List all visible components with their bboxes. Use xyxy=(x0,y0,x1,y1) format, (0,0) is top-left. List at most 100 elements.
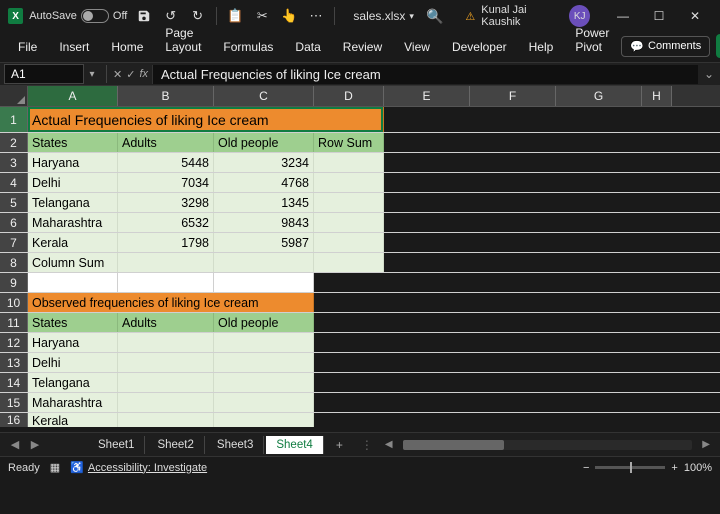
cell-e1[interactable] xyxy=(384,107,470,132)
col-header-c[interactable]: C xyxy=(214,86,314,106)
tab-insert[interactable]: Insert xyxy=(49,34,99,62)
horizontal-scrollbar[interactable]: ◀ ▶ xyxy=(381,439,714,450)
cell-c5[interactable]: 1345 xyxy=(214,193,314,212)
cell-c8[interactable] xyxy=(214,253,314,272)
tab-data[interactable]: Data xyxy=(285,34,330,62)
sheet-tab-2[interactable]: Sheet2 xyxy=(147,436,204,454)
stats-icon[interactable]: ▦ xyxy=(50,461,60,474)
cell-a3[interactable]: Haryana xyxy=(28,153,118,172)
cell-b4[interactable]: 7034 xyxy=(118,173,214,192)
touch-mode-icon[interactable]: 👆 xyxy=(279,5,300,27)
cell-g1[interactable] xyxy=(556,107,642,132)
tab-view[interactable]: View xyxy=(394,34,440,62)
sheet-tab-1[interactable]: Sheet1 xyxy=(88,436,145,454)
cell-c11[interactable]: Old people xyxy=(214,313,314,332)
tab-file[interactable]: File xyxy=(8,34,47,62)
formula-bar-expand-icon[interactable]: ⌄ xyxy=(698,67,720,81)
zoom-level[interactable]: 100% xyxy=(684,462,712,474)
cell-a15[interactable]: Maharashtra xyxy=(28,393,118,412)
scroll-thumb[interactable] xyxy=(403,440,504,450)
sheet-tab-3[interactable]: Sheet3 xyxy=(207,436,264,454)
col-header-b[interactable]: B xyxy=(118,86,214,106)
col-header-g[interactable]: G xyxy=(556,86,642,106)
scroll-left-icon[interactable]: ◀ xyxy=(385,439,393,450)
cell-a14[interactable]: Telangana xyxy=(28,373,118,392)
accessibility-button[interactable]: ♿ Accessibility: Investigate xyxy=(70,461,207,474)
tab-home[interactable]: Home xyxy=(101,34,153,62)
cell-a1[interactable]: Actual Frequencies of liking Ice cream xyxy=(28,107,384,132)
cut-icon[interactable]: ✂ xyxy=(252,5,273,27)
comments-button[interactable]: 💬 Comments xyxy=(621,36,710,57)
col-header-d[interactable]: D xyxy=(314,86,384,106)
cell-a8[interactable]: Column Sum xyxy=(28,253,118,272)
add-sheet-button[interactable]: + xyxy=(326,435,353,455)
select-all-button[interactable] xyxy=(0,86,28,106)
scroll-right-icon[interactable]: ▶ xyxy=(702,439,710,450)
cell-c3[interactable]: 3234 xyxy=(214,153,314,172)
cell-c4[interactable]: 4768 xyxy=(214,173,314,192)
cell-a10[interactable]: Observed frequencies of liking Ice cream xyxy=(28,293,314,312)
tab-page-layout[interactable]: Page Layout xyxy=(155,20,211,62)
zoom-slider[interactable] xyxy=(595,466,665,469)
cell-a5[interactable]: Telangana xyxy=(28,193,118,212)
formula-bar[interactable]: Actual Frequencies of liking Ice cream xyxy=(152,65,698,84)
zoom-out-button[interactable]: − xyxy=(583,462,589,474)
tab-power-pivot[interactable]: Power Pivot xyxy=(565,20,619,62)
sheet-tab-4[interactable]: Sheet4 xyxy=(266,436,323,454)
cell-c6[interactable]: 9843 xyxy=(214,213,314,232)
col-header-e[interactable]: E xyxy=(384,86,470,106)
col-header-a[interactable]: A xyxy=(28,86,118,106)
maximize-button[interactable]: ☐ xyxy=(642,4,676,28)
search-icon[interactable]: 🔍 xyxy=(426,8,443,25)
cell-a7[interactable]: Kerala xyxy=(28,233,118,252)
cell-b5[interactable]: 3298 xyxy=(118,193,214,212)
quick-access-more-icon[interactable]: ⋯ xyxy=(306,5,327,27)
zoom-in-button[interactable]: + xyxy=(671,462,677,474)
row-header-2[interactable]: 2 xyxy=(0,133,28,152)
cell-f1[interactable] xyxy=(470,107,556,132)
sheet-nav-next-icon[interactable]: ▶ xyxy=(26,438,44,451)
tab-help[interactable]: Help xyxy=(519,34,564,62)
cell-a6[interactable]: Maharashtra xyxy=(28,213,118,232)
row-header-1[interactable]: 1 xyxy=(0,107,28,132)
cell-b3[interactable]: 5448 xyxy=(118,153,214,172)
cell-h1[interactable] xyxy=(642,107,672,132)
tab-formulas[interactable]: Formulas xyxy=(213,34,283,62)
cell-a4[interactable]: Delhi xyxy=(28,173,118,192)
cell-a9[interactable] xyxy=(28,273,118,292)
cell-d8[interactable] xyxy=(314,253,384,272)
cell-b2[interactable]: Adults xyxy=(118,133,214,152)
cell-d2[interactable]: Row Sum xyxy=(314,133,384,152)
name-box[interactable] xyxy=(4,64,84,84)
col-header-f[interactable]: F xyxy=(470,86,556,106)
cell-b6[interactable]: 6532 xyxy=(118,213,214,232)
toggle-switch-icon[interactable] xyxy=(81,9,109,23)
sheet-nav-prev-icon[interactable]: ◀ xyxy=(6,438,24,451)
cell-a12[interactable]: Haryana xyxy=(28,333,118,352)
tab-developer[interactable]: Developer xyxy=(442,34,517,62)
cell-c2[interactable]: Old people xyxy=(214,133,314,152)
autosave-toggle[interactable]: AutoSave Off xyxy=(29,9,127,23)
name-box-dropdown-icon[interactable]: ▾ xyxy=(84,69,100,80)
cell-d6[interactable] xyxy=(314,213,384,232)
cell-b8[interactable] xyxy=(118,253,214,272)
cell-d4[interactable] xyxy=(314,173,384,192)
cell-b11[interactable]: Adults xyxy=(118,313,214,332)
cell-d7[interactable] xyxy=(314,233,384,252)
save-icon[interactable] xyxy=(133,5,154,27)
cancel-formula-icon[interactable]: ✕ xyxy=(113,68,122,81)
cell-b7[interactable]: 1798 xyxy=(118,233,214,252)
cell-a13[interactable]: Delhi xyxy=(28,353,118,372)
cell-d5[interactable] xyxy=(314,193,384,212)
cell-a2[interactable]: States xyxy=(28,133,118,152)
enter-formula-icon[interactable]: ✓ xyxy=(126,68,135,81)
cell-a11[interactable]: States xyxy=(28,313,118,332)
tab-review[interactable]: Review xyxy=(333,34,392,62)
paste-icon[interactable]: 📋 xyxy=(225,5,246,27)
cell-c7[interactable]: 5987 xyxy=(214,233,314,252)
cell-a16[interactable]: Kerala xyxy=(28,413,118,427)
filename-button[interactable]: sales.xlsx ▾ xyxy=(353,9,414,23)
share-button[interactable] xyxy=(716,34,720,58)
close-button[interactable]: ✕ xyxy=(678,4,712,28)
col-header-h[interactable]: H xyxy=(642,86,672,106)
